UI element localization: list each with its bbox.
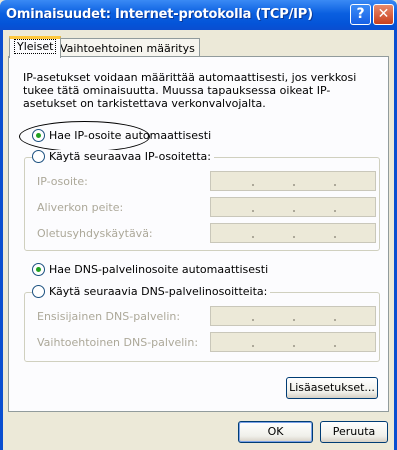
window-frame-left [0, 30, 3, 450]
default-gateway-label: Oletusyhdyskäytävä: [37, 227, 153, 240]
radio-dns-auto-label: Hae DNS-palvelinosoite automaattisesti [49, 263, 269, 276]
cancel-button[interactable]: Peruuta [320, 421, 388, 443]
tab-general-label: Yleiset [14, 39, 57, 54]
description-text: IP-asetukset voidaan määrittää automaatt… [23, 71, 357, 110]
radio-ip-manual-label: Käytä seuraavaa IP-osoitetta: [49, 150, 211, 163]
subnet-mask-field[interactable] [210, 197, 376, 217]
alternate-dns-field[interactable] [210, 332, 376, 352]
radio-dns-manual-label: Käytä seuraavia DNS-palvelinosoitteita: [49, 285, 268, 298]
tab-general[interactable]: Yleiset [9, 36, 62, 58]
ip-address-label: IP-osoite: [37, 175, 88, 188]
close-button[interactable]: ✕ [373, 4, 394, 25]
help-icon: ? [356, 6, 365, 22]
close-icon: ✕ [377, 6, 390, 22]
tab-alternate-config-label: Vaihtoehtoinen määritys [60, 42, 195, 55]
radio-ip-manual[interactable]: Käytä seuraavaa IP-osoitetta: [32, 150, 214, 163]
help-button[interactable]: ? [350, 4, 371, 25]
primary-dns-field[interactable] [210, 306, 376, 326]
ok-button[interactable]: OK [238, 421, 313, 443]
radio-dns-auto-indicator[interactable] [32, 263, 45, 276]
title-bar[interactable]: Ominaisuudet: Internet-protokolla (TCP/I… [0, 0, 397, 30]
subnet-mask-label: Aliverkon peite: [37, 201, 124, 214]
radio-ip-auto-label: Hae IP-osoite automaattisesti [49, 129, 212, 142]
radio-dns-auto[interactable]: Hae DNS-palvelinosoite automaattisesti [32, 263, 268, 276]
radio-ip-manual-indicator[interactable] [32, 150, 45, 163]
radio-dns-manual-indicator[interactable] [32, 285, 45, 298]
radio-dns-manual[interactable]: Käytä seuraavia DNS-palvelinosoitteita: [32, 285, 271, 298]
default-gateway-field[interactable] [210, 223, 376, 243]
ip-address-field[interactable] [210, 171, 376, 191]
window-title: Ominaisuudet: Internet-protokolla (TCP/I… [6, 7, 313, 22]
tab-alternate-config[interactable]: Vaihtoehtoinen määritys [55, 38, 200, 58]
radio-ip-auto-indicator[interactable] [32, 129, 45, 142]
radio-ip-auto[interactable]: Hae IP-osoite automaattisesti [32, 129, 211, 142]
advanced-button[interactable]: Lisäasetukset... [286, 377, 378, 399]
primary-dns-label: Ensisijainen DNS-palvelin: [37, 310, 181, 323]
alternate-dns-label: Vaihtoehtoinen DNS-palvelin: [37, 336, 199, 349]
